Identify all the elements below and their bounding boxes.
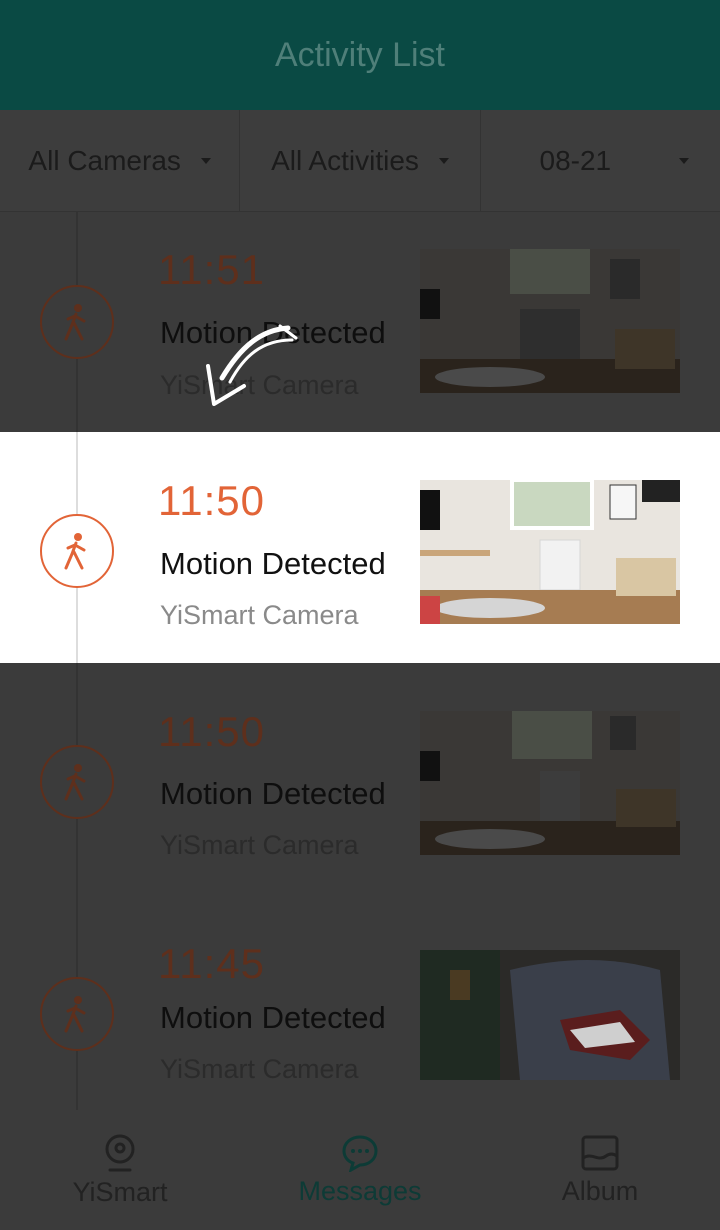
bottom-tab-bar: YiSmart Messages Album bbox=[0, 1110, 720, 1230]
activity-camera: YiSmart Camera bbox=[160, 600, 359, 630]
activity-event: Motion Detected bbox=[160, 1000, 386, 1035]
walking-person-icon bbox=[40, 514, 114, 588]
image-icon bbox=[581, 1135, 619, 1170]
activity-time: 11:50 bbox=[158, 708, 265, 755]
filter-bar: All Cameras All Activities 08-21 bbox=[0, 110, 720, 212]
date-filter-label: 08-21 bbox=[539, 144, 612, 176]
activity-time: 11:50 bbox=[158, 477, 265, 524]
activity-thumbnail[interactable] bbox=[420, 711, 680, 855]
activity-item[interactable]: 11:45 Motion Detected YiSmart Camera bbox=[0, 894, 720, 1125]
camera-icon bbox=[105, 1134, 135, 1171]
walking-person-icon bbox=[40, 745, 114, 819]
activity-event: Motion Detected bbox=[160, 546, 386, 581]
caret-down-icon bbox=[679, 157, 690, 164]
activity-item[interactable]: 11:50 Motion Detected YiSmart Camera bbox=[0, 663, 720, 894]
tab-album-label: Album bbox=[561, 1175, 639, 1206]
camera-filter-dropdown[interactable]: All Cameras bbox=[0, 110, 241, 211]
activity-item-selected[interactable]: 11:50 Motion Detected YiSmart Camera bbox=[0, 432, 720, 663]
tab-messages[interactable]: Messages bbox=[240, 1110, 480, 1230]
activity-camera: YiSmart Camera bbox=[160, 1054, 359, 1084]
tab-messages-label: Messages bbox=[298, 1175, 422, 1206]
activity-thumbnail[interactable] bbox=[420, 249, 680, 393]
activity-filter-label: All Activities bbox=[271, 144, 419, 176]
walking-person-icon bbox=[40, 285, 114, 359]
tab-yismart[interactable]: YiSmart bbox=[0, 1110, 240, 1230]
chat-bubble-icon bbox=[342, 1134, 378, 1172]
activity-thumbnail[interactable] bbox=[420, 480, 680, 624]
activity-time: 11:51 bbox=[158, 246, 265, 293]
app-header: Activity List bbox=[0, 0, 720, 110]
tab-yismart-label: YiSmart bbox=[72, 1176, 168, 1207]
date-filter-dropdown[interactable]: 08-21 bbox=[481, 110, 720, 211]
walking-person-icon bbox=[40, 977, 114, 1051]
activity-filter-dropdown[interactable]: All Activities bbox=[240, 110, 481, 211]
activity-item[interactable]: 11:51 Motion Detected YiSmart Camera bbox=[0, 212, 720, 443]
caret-down-icon bbox=[200, 157, 211, 164]
tab-album[interactable]: Album bbox=[480, 1110, 720, 1230]
pointer-arrow-icon bbox=[206, 324, 298, 406]
page-title: Activity List bbox=[274, 35, 446, 74]
activity-event: Motion Detected bbox=[160, 776, 386, 811]
activity-camera: YiSmart Camera bbox=[160, 830, 359, 860]
caret-down-icon bbox=[438, 157, 449, 164]
activity-time: 11:45 bbox=[158, 940, 265, 987]
activity-thumbnail[interactable] bbox=[420, 950, 680, 1080]
camera-filter-label: All Cameras bbox=[28, 144, 181, 176]
